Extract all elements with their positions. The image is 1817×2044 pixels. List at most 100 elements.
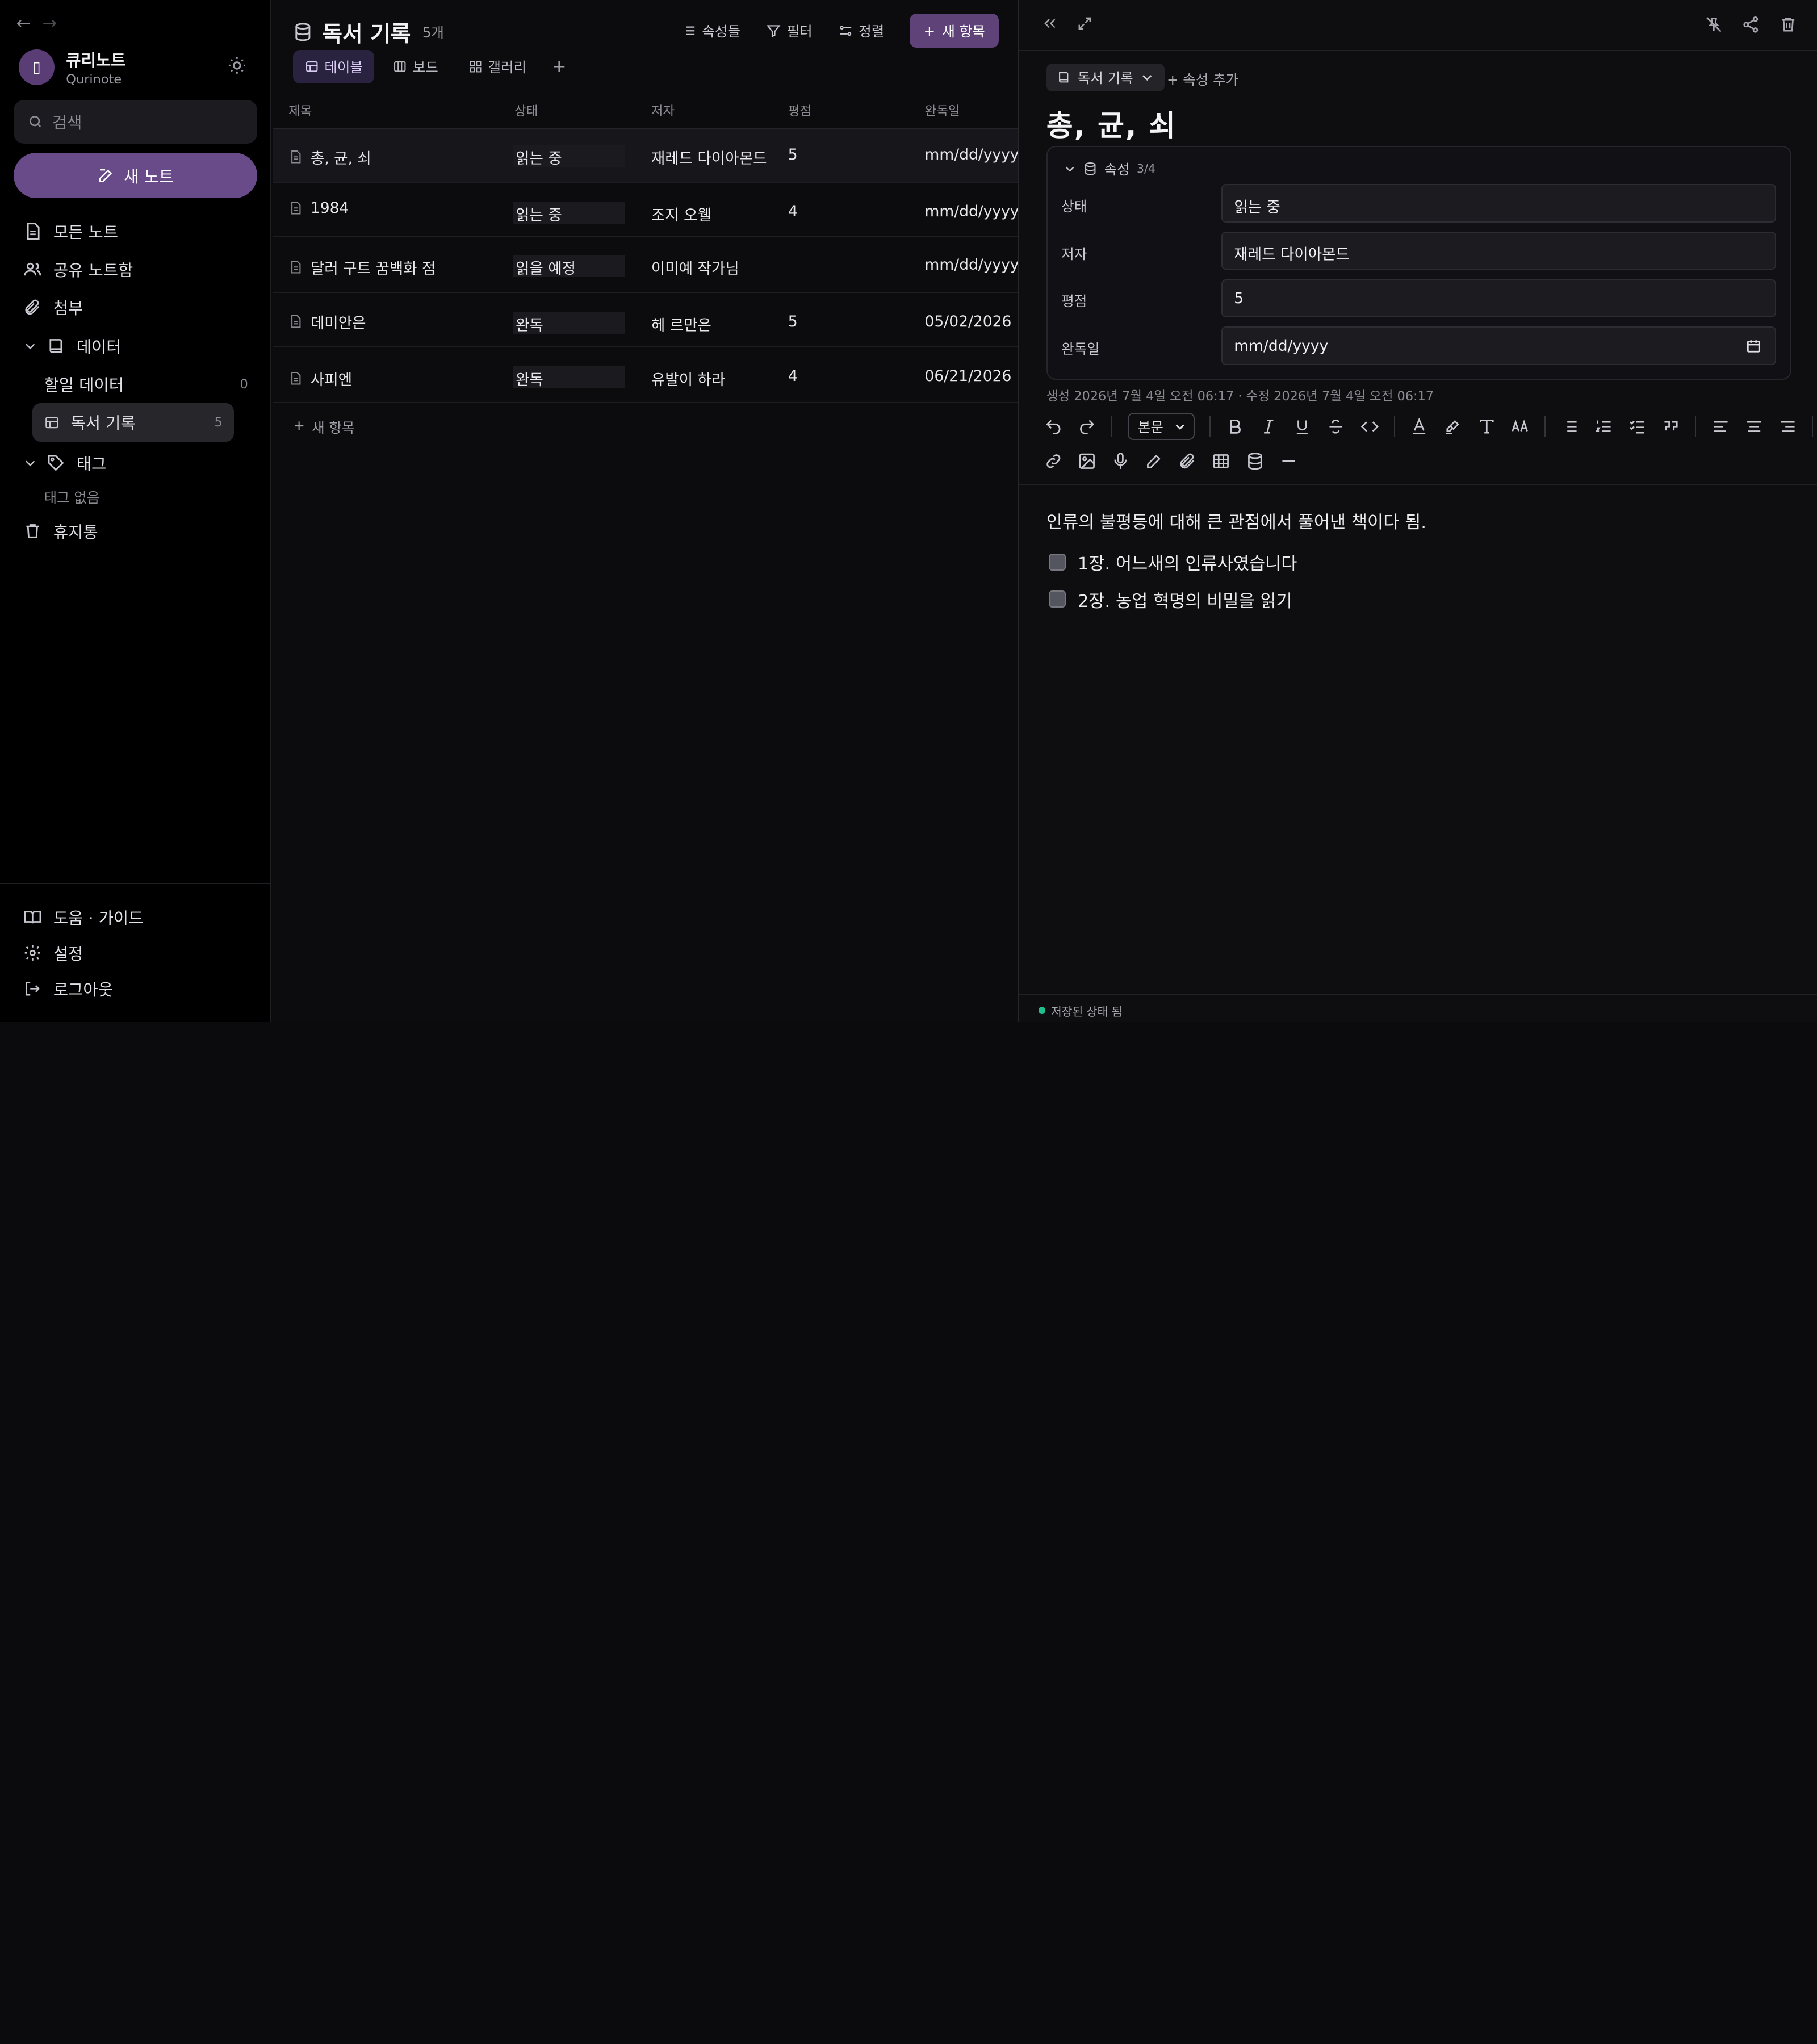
table-row[interactable]: 달러 구트 꿈백화 점 읽을 예정 이미예 작가님 mm/dd/yyyy <box>272 238 1018 294</box>
align-center-icon[interactable] <box>1745 417 1764 436</box>
row-date[interactable]: mm/dd/yyyy <box>925 256 1018 274</box>
unpin-icon[interactable] <box>1705 15 1723 34</box>
sort-button[interactable]: 정렬 <box>838 21 884 41</box>
row-status[interactable]: 읽는 중 <box>513 202 625 224</box>
redo-icon[interactable] <box>1078 417 1096 436</box>
sun-icon[interactable] <box>227 56 247 76</box>
row-status[interactable]: 완독 <box>513 366 625 389</box>
pen-icon[interactable] <box>1145 452 1163 471</box>
row-date[interactable]: 05/02/2026 <box>925 313 1012 330</box>
row-title[interactable]: 달러 구트 꿈백화 점 <box>288 256 436 278</box>
sidebar-item-trash[interactable]: 휴지통 <box>21 512 253 550</box>
tab-table[interactable]: 테이블 <box>293 49 375 84</box>
new-note-button[interactable]: 새 노트 <box>14 153 258 198</box>
row-rating[interactable]: 4 <box>788 367 798 385</box>
tab-board[interactable]: 보드 <box>382 50 450 83</box>
font-type-icon[interactable] <box>1477 417 1496 436</box>
task-checkbox[interactable] <box>1048 553 1066 571</box>
microphone-icon[interactable] <box>1111 452 1130 471</box>
sidebar-item-all-notes[interactable]: 모든 노트 <box>21 212 253 250</box>
database-type-dropdown[interactable]: 독서 기록 <box>1046 64 1165 92</box>
add-property-button[interactable]: + 속성 추가 <box>1167 69 1238 89</box>
row-title[interactable]: 총, 균, 쇠 <box>288 146 371 168</box>
code-icon[interactable] <box>1360 417 1379 436</box>
row-status[interactable]: 읽을 예정 <box>513 254 625 278</box>
italic-icon[interactable] <box>1259 417 1278 436</box>
task-item[interactable]: 2장. 농업 혁명의 비밀을 읽기 <box>1048 587 1292 612</box>
filter-button[interactable]: 필터 <box>766 21 813 41</box>
collapse-panel-icon[interactable] <box>1042 15 1058 32</box>
sidebar-item-help[interactable]: 도움 · 가이드 <box>21 899 144 935</box>
row-title[interactable]: 사피엔 <box>288 367 352 389</box>
column-header-title[interactable]: 제목 <box>288 101 312 119</box>
column-header-date[interactable]: 완독일 <box>925 101 960 119</box>
image-icon[interactable] <box>1078 452 1096 471</box>
link-icon[interactable] <box>1044 452 1063 471</box>
sidebar-item-reading-log[interactable]: 독서 기록 5 <box>32 403 235 442</box>
strikethrough-icon[interactable] <box>1326 417 1345 436</box>
row-author[interactable]: 헤 르만은 <box>651 313 711 335</box>
properties-button[interactable]: 속성들 <box>681 21 740 41</box>
highlighter-icon[interactable] <box>1443 417 1462 436</box>
property-input-author[interactable]: 재레드 다이아몬드 <box>1221 232 1777 270</box>
task-checkbox[interactable] <box>1048 590 1066 608</box>
horizontal-rule-icon[interactable] <box>1279 452 1298 471</box>
underline-icon[interactable] <box>1293 417 1312 436</box>
properties-toggle[interactable]: 속성 3/4 <box>1064 159 1155 179</box>
table-icon[interactable] <box>1212 452 1230 471</box>
row-author[interactable]: 조지 오웰 <box>651 203 711 225</box>
table-row[interactable]: 1984 읽는 중 조지 오웰 4 mm/dd/yyyy <box>272 183 1018 238</box>
add-row-button[interactable]: + 새 항목 <box>293 417 354 437</box>
sidebar-item-shared[interactable]: 공유 노트함 <box>21 250 253 288</box>
editor-paragraph[interactable]: 인류의 불평등에 대해 큰 관점에서 풀어낸 책이다 됨. <box>1046 508 1426 533</box>
sidebar-item-logout[interactable]: 로그아웃 <box>21 971 144 1007</box>
sidebar-item-todo-data[interactable]: 할일 데이터 0 <box>21 365 253 403</box>
paperclip-icon[interactable] <box>1178 452 1197 471</box>
row-date[interactable]: mm/dd/yyyy <box>925 203 1018 220</box>
search-input[interactable]: 검색 <box>14 99 258 144</box>
row-status[interactable]: 완독 <box>513 311 625 334</box>
property-input-date[interactable]: mm/dd/yyyy <box>1221 326 1777 365</box>
add-view-button[interactable]: + <box>545 57 573 77</box>
row-title[interactable]: 1984 <box>288 199 349 217</box>
row-author[interactable]: 유발이 하라 <box>651 367 725 389</box>
row-rating[interactable]: 5 <box>788 313 798 330</box>
block-style-select[interactable]: 본문 <box>1127 412 1195 441</box>
calendar-icon[interactable] <box>1746 338 1761 354</box>
new-item-button[interactable]: + 새 항목 <box>910 14 999 48</box>
sidebar-item-data[interactable]: 데이터 <box>21 326 253 365</box>
expand-icon[interactable] <box>1077 15 1093 32</box>
tab-gallery[interactable]: 갤러리 <box>457 50 538 83</box>
note-title[interactable]: 총, 균, 쇠 <box>1046 102 1177 144</box>
table-row[interactable]: 데미안은 완독 헤 르만은 5 05/02/2026 <box>272 293 1018 348</box>
sidebar-item-attachments[interactable]: 첨부 <box>21 288 253 326</box>
row-author[interactable]: 이미예 작가님 <box>651 256 739 278</box>
task-item[interactable]: 1장. 어느새의 인류사였습니다 <box>1048 549 1297 575</box>
column-header-author[interactable]: 저자 <box>651 101 675 119</box>
back-arrow-icon[interactable]: ← <box>16 14 31 33</box>
row-date[interactable]: mm/dd/yyyy <box>925 146 1018 164</box>
row-rating[interactable]: 5 <box>788 146 798 164</box>
bold-icon[interactable] <box>1226 417 1245 436</box>
checklist-icon[interactable] <box>1628 417 1647 436</box>
undo-icon[interactable] <box>1044 417 1063 436</box>
row-rating[interactable]: 4 <box>788 203 798 220</box>
numbered-list-icon[interactable] <box>1594 417 1613 436</box>
column-header-rating[interactable]: 평점 <box>788 101 811 119</box>
property-input-rating[interactable]: 5 <box>1221 279 1777 318</box>
font-size-icon[interactable] <box>1511 417 1530 436</box>
sidebar-item-settings[interactable]: 설정 <box>21 935 144 971</box>
row-status[interactable]: 읽는 중 <box>513 145 625 167</box>
quote-icon[interactable] <box>1661 417 1680 436</box>
trash-icon[interactable] <box>1779 15 1798 34</box>
row-title[interactable]: 데미안은 <box>288 311 366 333</box>
row-author[interactable]: 재레드 다이아몬드 <box>651 146 767 168</box>
workspace-switcher[interactable]: ▯ 큐리노트 Qurinote <box>18 48 125 87</box>
table-row[interactable]: 사피엔 완독 유발이 하라 4 06/21/2026 <box>272 349 1018 404</box>
share-icon[interactable] <box>1741 15 1760 34</box>
column-header-status[interactable]: 상태 <box>514 101 538 119</box>
align-right-icon[interactable] <box>1778 417 1797 436</box>
property-input-status[interactable]: 읽는 중 <box>1221 184 1777 223</box>
text-color-icon[interactable] <box>1410 417 1429 436</box>
table-row[interactable]: 총, 균, 쇠 읽는 중 재레드 다이아몬드 5 mm/dd/yyyy <box>272 128 1018 183</box>
